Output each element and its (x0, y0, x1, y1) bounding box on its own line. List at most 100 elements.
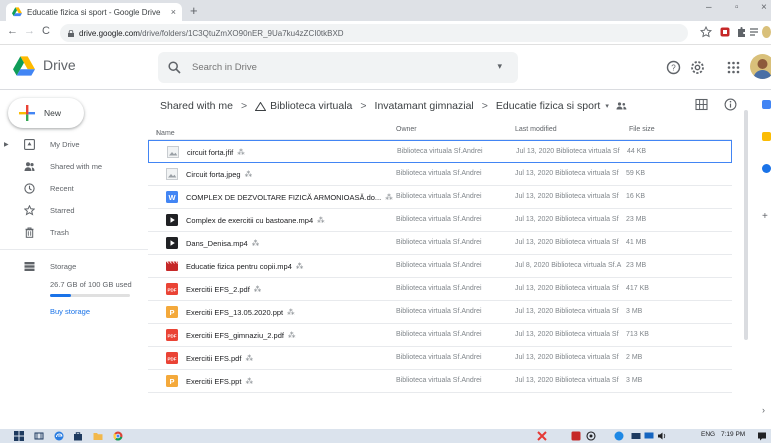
sidebar-item-recent[interactable]: Recent (0, 177, 148, 199)
sidebar-item-storage[interactable]: Storage (0, 255, 148, 277)
add-addon-icon[interactable]: + (762, 212, 771, 222)
tray-app-icon[interactable] (537, 431, 547, 441)
language-indicator[interactable]: ENG (701, 431, 715, 438)
help-icon[interactable]: ? (666, 60, 681, 75)
file-name[interactable]: Complex de exercitii cu bastoane.mp4 ⁂ (186, 216, 325, 225)
tray-camera-icon[interactable] (586, 431, 596, 441)
tray-mail-icon[interactable] (631, 431, 641, 441)
modified-column-header[interactable]: Last modified (515, 126, 557, 133)
extension-red-icon[interactable] (719, 26, 731, 38)
video-file-icon (166, 214, 178, 226)
notifications-icon[interactable] (757, 431, 767, 441)
file-row[interactable]: Complex de exercitii cu bastoane.mp4 ⁂ Bib… (148, 209, 732, 232)
file-name[interactable]: Exercitii EFS.ppt ⁂ (186, 377, 253, 386)
folder-dropdown-icon[interactable]: ▾ (605, 102, 609, 110)
scrollbar[interactable] (744, 110, 748, 340)
sort-arrow-icon[interactable]: ↑ (156, 130, 160, 137)
search-options-icon[interactable]: ▾ (497, 61, 502, 72)
grid-view-icon[interactable] (695, 98, 708, 111)
reading-list-icon[interactable] (749, 26, 761, 38)
browser-tab[interactable]: Educatie fizica si sport - Google Drive … (6, 3, 182, 21)
buy-storage-link[interactable]: Buy storage (50, 307, 90, 316)
file-name[interactable]: Exercitii EFS.pdf ⁂ (186, 354, 253, 363)
sidebar-item-starred[interactable]: Starred (0, 199, 148, 221)
info-icon[interactable] (724, 98, 737, 111)
tasks-icon[interactable] (762, 164, 771, 173)
calendar-icon[interactable] (762, 100, 771, 109)
owner-column-header[interactable]: Owner (396, 126, 417, 133)
drive-logo-icon[interactable] (13, 56, 35, 76)
size-column-header[interactable]: File size (629, 126, 655, 133)
address-bar[interactable]: drive.google.com/drive/folders/1C3QtuZmX… (60, 24, 688, 42)
search-box[interactable]: ▾ (158, 52, 518, 83)
back-icon[interactable]: ← (7, 25, 18, 37)
reload-icon[interactable]: C (42, 25, 50, 37)
breadcrumb-item[interactable]: Shared with me (160, 100, 233, 112)
expand-panel-icon[interactable]: › (762, 406, 771, 415)
volume-icon[interactable] (657, 431, 667, 441)
search-input[interactable] (192, 59, 452, 76)
file-row[interactable]: P Exercitii EFS_13.05.2020.ppt ⁂ Biblioteca… (148, 301, 732, 324)
forward-icon[interactable]: → (24, 25, 35, 37)
tray-blue-app-icon[interactable] (614, 431, 624, 441)
file-name[interactable]: COMPLEX DE DEZVOLTARE FIZICĂ ARMONIOASĂ.… (186, 193, 393, 202)
file-name[interactable]: Exercitii EFS_2.pdf ⁂ (186, 285, 261, 294)
file-row[interactable]: P Exercitii EFS.ppt ⁂ Biblioteca virtuala S… (148, 370, 732, 393)
file-explorer-icon[interactable] (93, 431, 103, 441)
breadcrumb-current[interactable]: Educatie fizica si sport (496, 100, 600, 112)
sidebar-item-shared-with-me[interactable]: Shared with me (0, 155, 148, 177)
file-modified: Jul 13, 2020 Biblioteca virtuala Sf (515, 331, 619, 338)
file-name[interactable]: Exercitii EFS_gimnaziu_2.pdf ⁂ (186, 331, 295, 340)
sidebar-divider (0, 249, 148, 250)
account-avatar[interactable] (750, 54, 771, 79)
file-row[interactable]: Educatie fizica pentru copii.mp4 ⁂ Bibliot… (148, 255, 732, 278)
new-tab-button[interactable]: + (190, 3, 198, 19)
new-button[interactable]: New (8, 98, 84, 128)
file-name[interactable]: circuit forta.jfif ⁂ (187, 148, 245, 157)
file-row[interactable]: W COMPLEX DE DEZVOLTARE FIZICĂ ARMONIOASĂ… (148, 186, 732, 209)
expand-caret-icon[interactable]: ▶ (4, 141, 9, 148)
file-row[interactable]: circuit forta.jfif ⁂ Biblioteca virtuala S… (148, 140, 732, 163)
file-size: 23 MB (626, 262, 647, 269)
file-row[interactable]: Circuit forta.jpeg ⁂ Biblioteca virtuala S… (148, 163, 732, 186)
apps-grid-icon[interactable] (726, 60, 741, 75)
file-modified: Jul 13, 2020 Biblioteca virtuala Sf (515, 308, 619, 315)
file-size: 2 MB (626, 354, 643, 361)
sidebar-item-trash[interactable]: Trash (0, 221, 148, 243)
file-name[interactable]: Circuit forta.jpeg ⁂ (186, 170, 252, 179)
windows-start-icon[interactable] (14, 431, 24, 441)
file-row[interactable]: PDF Exercitii EFS_gimnaziu_2.pdf ⁂ Bibliote… (148, 324, 732, 347)
file-name[interactable]: Dans_Denisa.mp4 ⁂ (186, 239, 259, 248)
file-row[interactable]: PDF Exercitii EFS_2.pdf ⁂ Biblioteca virtua… (148, 278, 732, 301)
file-name[interactable]: Educatie fizica pentru copii.mp4 ⁂ (186, 262, 303, 271)
edge-browser-icon[interactable] (54, 431, 64, 441)
task-view-icon[interactable] (34, 431, 44, 441)
settings-gear-icon[interactable] (690, 60, 705, 75)
breadcrumb-item[interactable]: Biblioteca virtuala (270, 100, 352, 112)
restore-icon[interactable]: ▫ (735, 2, 739, 13)
word-doc-icon: W (166, 191, 178, 203)
file-row[interactable]: Dans_Denisa.mp4 ⁂ Biblioteca virtuala Sf.A… (148, 232, 732, 255)
search-icon[interactable] (168, 61, 181, 74)
file-modified: Jul 13, 2020 Biblioteca virtuala Sf (515, 170, 619, 177)
file-row[interactable]: PDF Exercitii EFS.pdf ⁂ Biblioteca virtuala… (148, 347, 732, 370)
minimize-icon[interactable]: – (706, 2, 712, 13)
extensions-puzzle-icon[interactable] (735, 26, 747, 38)
profile-avatar-icon[interactable] (762, 26, 771, 38)
app-name[interactable]: Drive (43, 57, 76, 73)
breadcrumb-item[interactable]: Invatamant gimnazial (375, 100, 474, 112)
close-tab-icon[interactable]: × (171, 7, 176, 17)
drive-header: Drive ▾ ? (0, 46, 771, 90)
tray-monitor-icon[interactable] (644, 431, 654, 441)
keep-icon[interactable] (762, 132, 771, 141)
breadcrumb-separator: > (240, 100, 248, 112)
tray-red-app-icon[interactable] (571, 431, 581, 441)
store-icon[interactable] (73, 431, 83, 441)
sidebar-item-my-drive[interactable]: ▶ My Drive (0, 133, 148, 155)
taskbar-clock[interactable]: 7:19 PM (721, 431, 745, 438)
chrome-taskbar-icon[interactable] (113, 431, 123, 441)
close-window-icon[interactable]: × (761, 2, 767, 13)
bookmark-star-icon[interactable] (700, 26, 712, 38)
file-modified: Jul 13, 2020 Biblioteca virtuala Sf (515, 193, 619, 200)
file-name[interactable]: Exercitii EFS_13.05.2020.ppt ⁂ (186, 308, 295, 317)
